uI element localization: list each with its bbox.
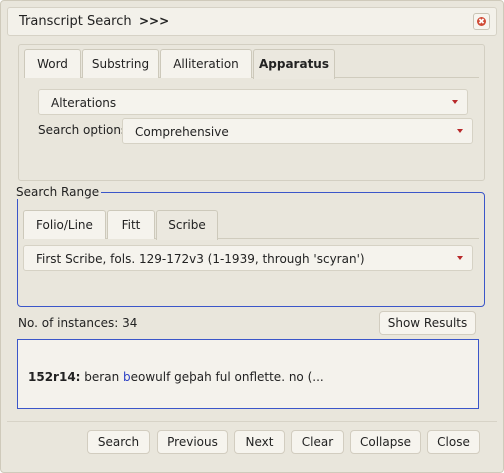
search-range-tabs: Folio/Line Fitt Scribe [23,210,479,240]
tab-word[interactable]: Word [24,49,81,78]
chevron-down-icon [457,129,463,133]
dialog-title: Transcript Search [19,14,132,29]
scribe-value: First Scribe, fols. 129-172v3 (1-1939, t… [36,252,365,266]
apparatus-type-value: Alterations [51,96,117,110]
tab-apparatus[interactable]: Apparatus [253,49,335,79]
show-results-button[interactable]: Show Results [379,311,476,335]
chevron-down-icon [457,256,463,260]
previous-button[interactable]: Previous [157,430,228,454]
result-text-post: eowulf geþah ful onflette. no (... [130,370,324,384]
search-range-legend: Search Range [14,185,102,199]
scribe-select[interactable]: First Scribe, fols. 129-172v3 (1-1939, t… [23,245,473,271]
tab-fitt[interactable]: Fitt [107,210,155,239]
next-button[interactable]: Next [234,430,285,454]
search-options-select[interactable]: Comprehensive [122,118,473,144]
transcript-search-dialog: Transcript Search >>> ✖ Word Substring A… [0,0,504,473]
result-item[interactable]: 152r14: beran beowulf geþah ful onflette… [28,370,324,384]
collapse-button[interactable]: Collapse [350,430,421,454]
result-hit: b [123,370,131,384]
search-options-label: Search options: [38,123,132,137]
clear-button[interactable]: Clear [291,430,344,454]
search-type-tabs: Word Substring Alliteration Apparatus [24,49,479,79]
tab-scribe[interactable]: Scribe [156,210,218,240]
instances-count: No. of instances: 34 [18,316,138,330]
chevron-down-icon [452,100,458,104]
close-button[interactable]: Close [427,430,480,454]
footer-divider [7,421,497,422]
search-type-panel: Word Substring Alliteration Apparatus Al… [18,44,485,181]
search-options-value: Comprehensive [135,125,229,139]
tab-alliteration[interactable]: Alliteration [160,49,252,78]
tab-folio-line[interactable]: Folio/Line [23,210,106,239]
dialog-titlebar[interactable]: Transcript Search >>> ✖ [7,7,497,36]
result-text-pre: beran [80,370,123,384]
result-ref: 152r14: [28,370,81,384]
apparatus-type-select[interactable]: Alterations [38,89,468,115]
close-icon: ✖ [477,17,486,26]
tab-substring[interactable]: Substring [82,49,159,78]
search-button[interactable]: Search [87,430,150,454]
expand-toggle[interactable]: >>> [139,14,169,28]
search-range-group: Folio/Line Fitt Scribe First Scribe, fol… [17,192,485,307]
results-list: 152r14: beran beowulf geþah ful onflette… [17,339,479,409]
close-dialog-button[interactable]: ✖ [473,13,490,30]
